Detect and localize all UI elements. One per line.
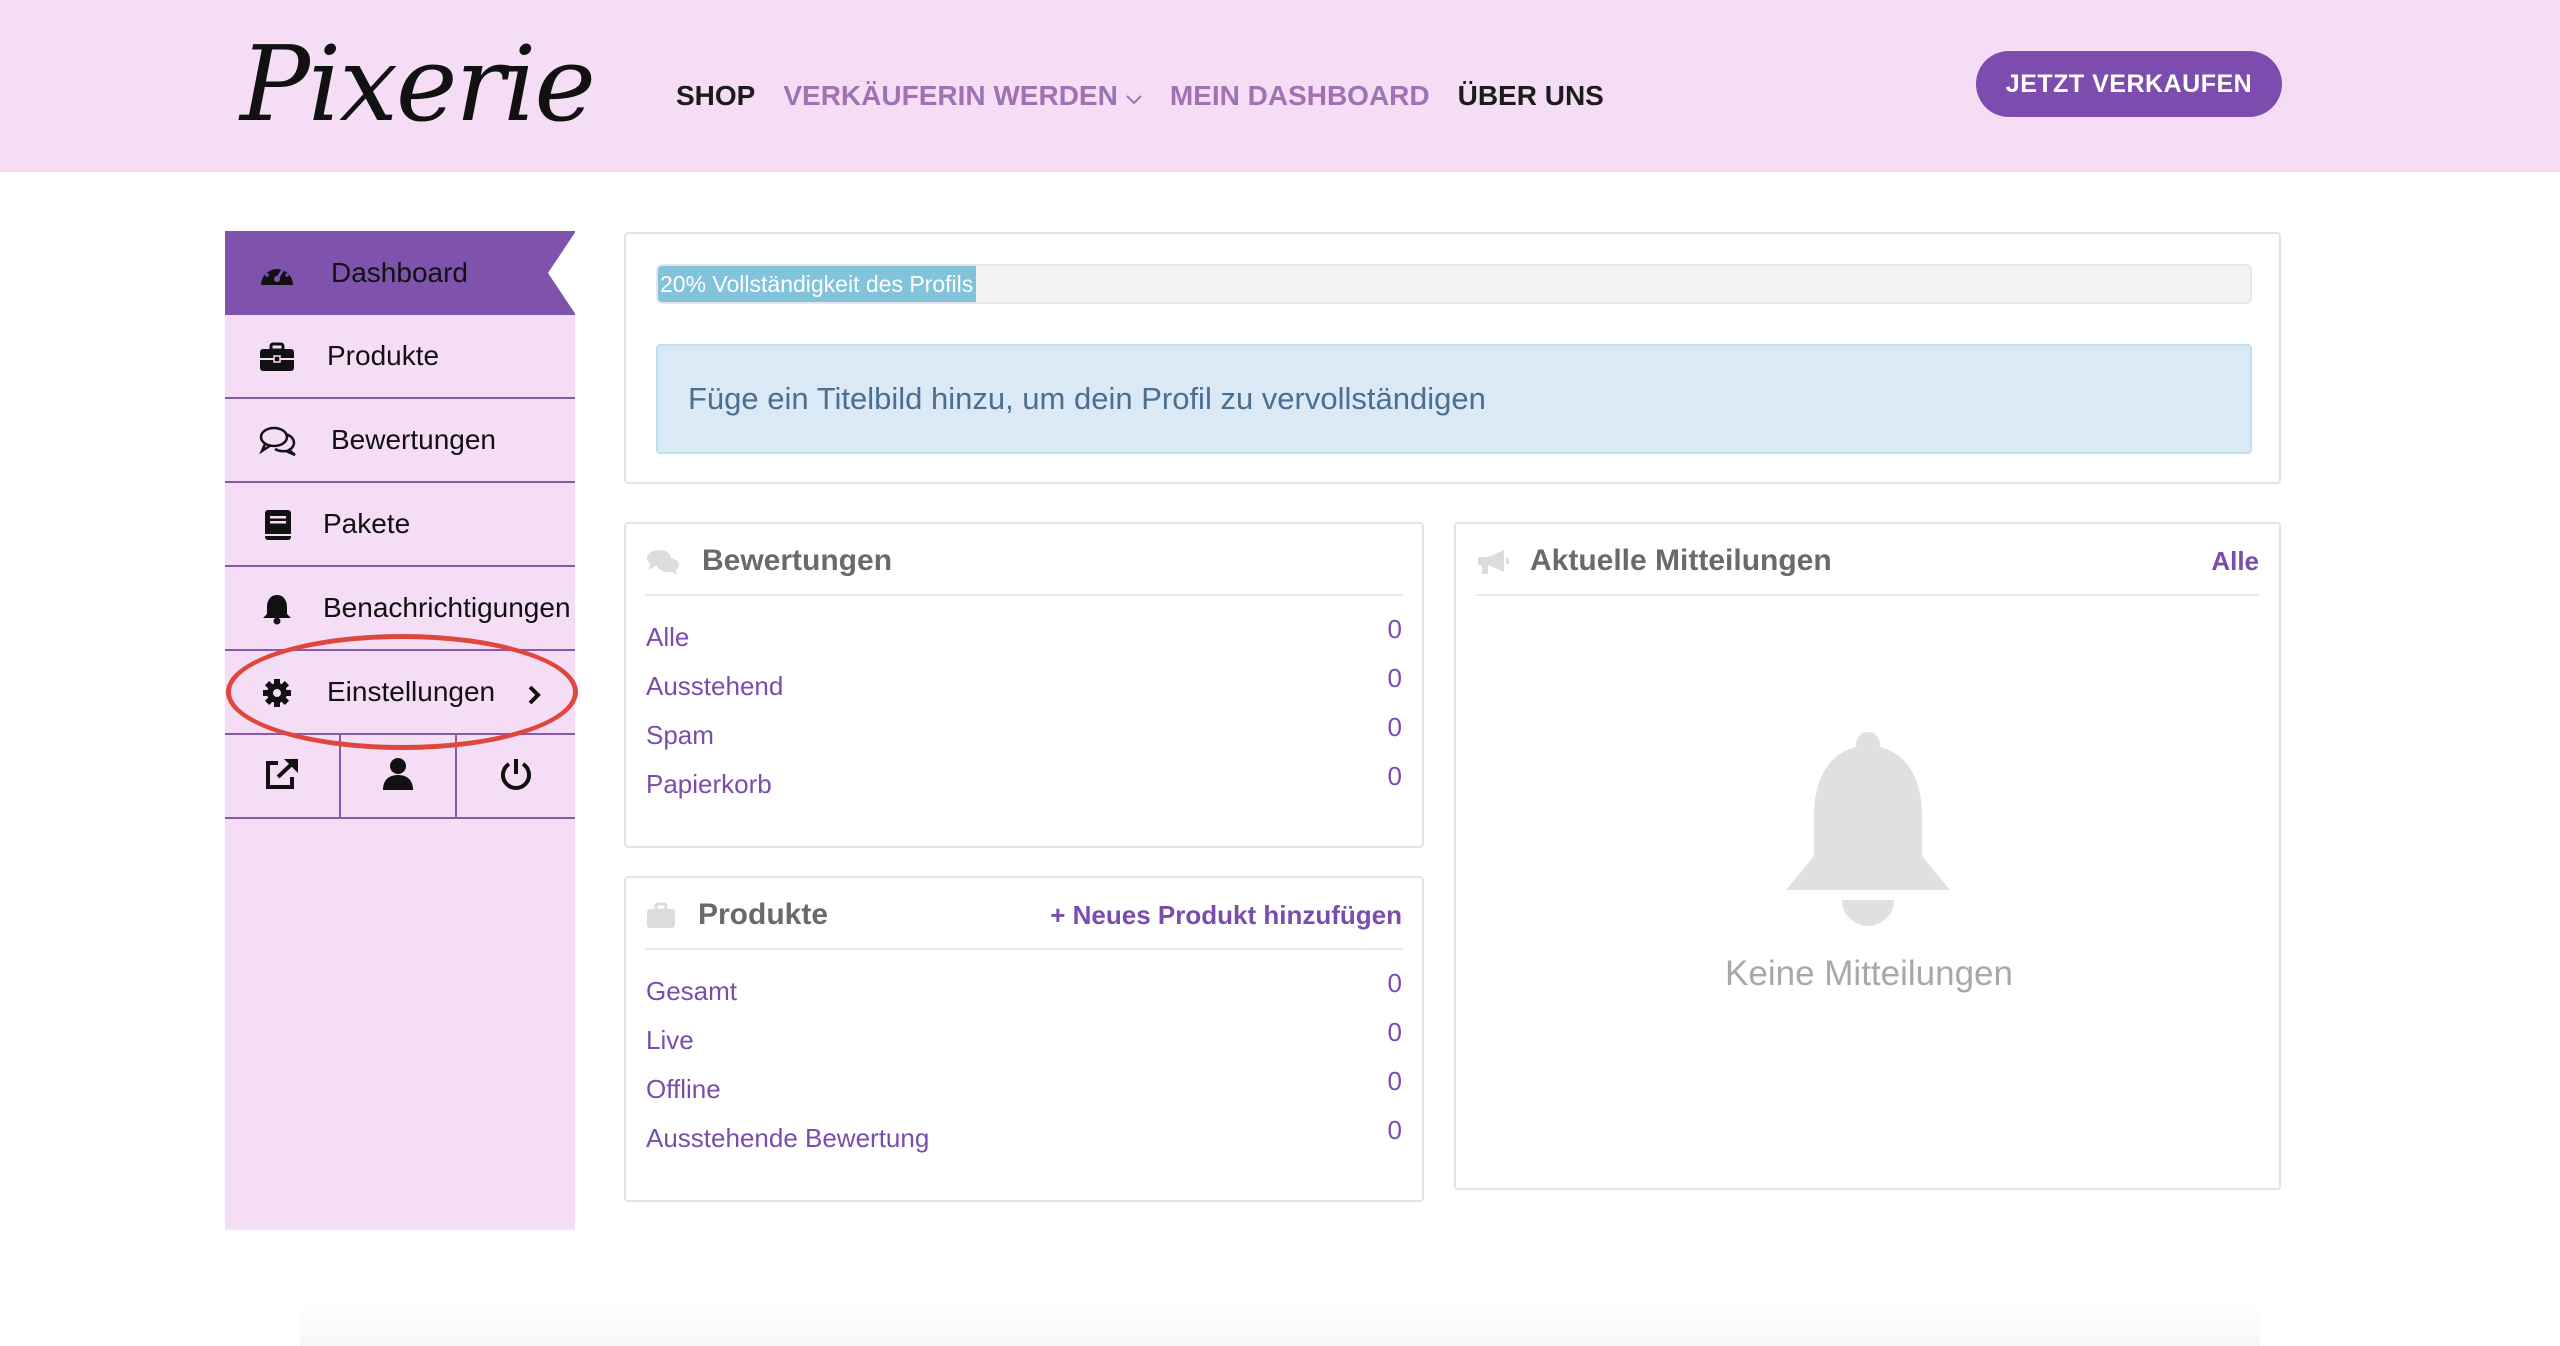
speedometer-icon <box>259 257 295 289</box>
external-link-icon <box>264 757 300 795</box>
sell-now-button[interactable]: JETZT VERKAUFEN <box>1976 51 2282 117</box>
chevron-down-icon <box>1126 80 1142 112</box>
sidebar-item-label: Bewertungen <box>331 424 497 455</box>
sidebar-item-label: Produkte <box>327 340 440 371</box>
reviews-row-count: 0 <box>1387 712 1402 742</box>
briefcase-icon <box>259 341 295 373</box>
reviews-row-trash: Papierkorb 0 <box>646 761 1402 801</box>
announcements-card-title: Aktuelle Mitteilungen <box>1530 544 1832 577</box>
megaphone-icon <box>1476 548 1510 580</box>
announcements-card-header: Aktuelle Mitteilungen Alle <box>1476 524 2259 596</box>
comments-icon <box>259 425 296 457</box>
products-card-title: Produkte <box>698 898 829 931</box>
site-logo[interactable]: Pixerie <box>240 24 600 144</box>
reviews-row-spam: Spam 0 <box>646 712 1402 752</box>
sidebar-item-reviews[interactable]: Bewertungen <box>225 399 575 483</box>
comments-icon <box>646 548 680 580</box>
nav-about-us[interactable]: ÜBER UNS <box>1458 80 1604 112</box>
products-row-label[interactable]: Gesamt <box>646 976 737 1007</box>
sidebar-item-products[interactable]: Produkte <box>225 315 575 399</box>
reviews-row-label[interactable]: Spam <box>646 720 714 751</box>
nav-become-seller-label: VERKÄUFERIN WERDEN <box>783 80 1118 111</box>
products-row-live: Live 0 <box>646 1017 1402 1057</box>
user-icon <box>382 757 414 795</box>
highlight-circle <box>226 634 578 750</box>
reviews-row-pending: Ausstehend 0 <box>646 663 1402 703</box>
reviews-card-header: Bewertungen <box>646 524 1402 596</box>
announcements-all-link[interactable]: Alle <box>2211 546 2259 577</box>
sidebar-item-dashboard[interactable]: Dashboard <box>225 231 576 315</box>
bell-icon <box>1780 730 1956 930</box>
reviews-row-label[interactable]: Ausstehend <box>646 671 783 702</box>
reviews-row-label[interactable]: Alle <box>646 622 689 653</box>
profile-completeness-card: 20% Vollständigkeit des Profils Füge ein… <box>624 232 2281 484</box>
book-icon <box>259 509 295 541</box>
add-product-link[interactable]: + Neues Produkt hinzufügen <box>1050 900 1402 931</box>
products-row-count: 0 <box>1387 1066 1402 1096</box>
footer-divider <box>300 1300 2260 1346</box>
power-icon <box>499 757 533 795</box>
products-row-total: Gesamt 0 <box>646 968 1402 1008</box>
no-announcements-text: Keine Mitteilungen <box>1725 954 2013 993</box>
profile-progress-bar: 20% Vollständigkeit des Profils <box>656 264 2252 304</box>
logout-button[interactable] <box>457 735 575 817</box>
sidebar-item-packages[interactable]: Pakete <box>225 483 575 567</box>
products-row-count: 0 <box>1387 968 1402 998</box>
site-header: Pixerie SHOP VERKÄUFERIN WERDEN MEIN DAS… <box>0 0 2560 172</box>
nav-my-dashboard[interactable]: MEIN DASHBOARD <box>1170 80 1430 112</box>
visit-store-button[interactable] <box>225 735 341 817</box>
reviews-row-count: 0 <box>1387 761 1402 791</box>
sidebar-item-label: Pakete <box>323 508 411 539</box>
products-row-count: 0 <box>1387 1115 1402 1145</box>
reviews-row-all: Alle 0 <box>646 614 1402 654</box>
nav-shop[interactable]: SHOP <box>676 80 755 112</box>
reviews-card: Bewertungen Alle 0 Ausstehend 0 Spam 0 P… <box>624 522 1424 848</box>
reviews-row-count: 0 <box>1387 614 1402 644</box>
products-row-count: 0 <box>1387 1017 1402 1047</box>
briefcase-icon <box>646 902 676 934</box>
products-row-label[interactable]: Ausstehende Bewertung <box>646 1123 929 1154</box>
sidebar-item-label: Benachrichtigungen <box>323 592 571 623</box>
profile-notice: Füge ein Titelbild hinzu, um dein Profil… <box>656 344 2252 454</box>
sidebar-item-label: Dashboard <box>331 257 468 288</box>
main-nav: SHOP VERKÄUFERIN WERDEN MEIN DASHBOARD Ü… <box>676 76 1632 116</box>
progress-fill: 20% Vollständigkeit des Profils <box>658 266 977 302</box>
reviews-card-title: Bewertungen <box>702 544 893 577</box>
products-row-label[interactable]: Live <box>646 1025 694 1056</box>
products-card: Produkte + Neues Produkt hinzufügen Gesa… <box>624 876 1424 1202</box>
reviews-row-label[interactable]: Papierkorb <box>646 769 772 800</box>
products-row-pending-review: Ausstehende Bewertung 0 <box>646 1115 1402 1155</box>
bell-icon <box>259 593 295 625</box>
products-card-header: Produkte + Neues Produkt hinzufügen <box>646 878 1402 950</box>
products-row-offline: Offline 0 <box>646 1066 1402 1106</box>
products-row-label[interactable]: Offline <box>646 1074 721 1105</box>
nav-become-seller[interactable]: VERKÄUFERIN WERDEN <box>783 80 1142 112</box>
reviews-row-count: 0 <box>1387 663 1402 693</box>
